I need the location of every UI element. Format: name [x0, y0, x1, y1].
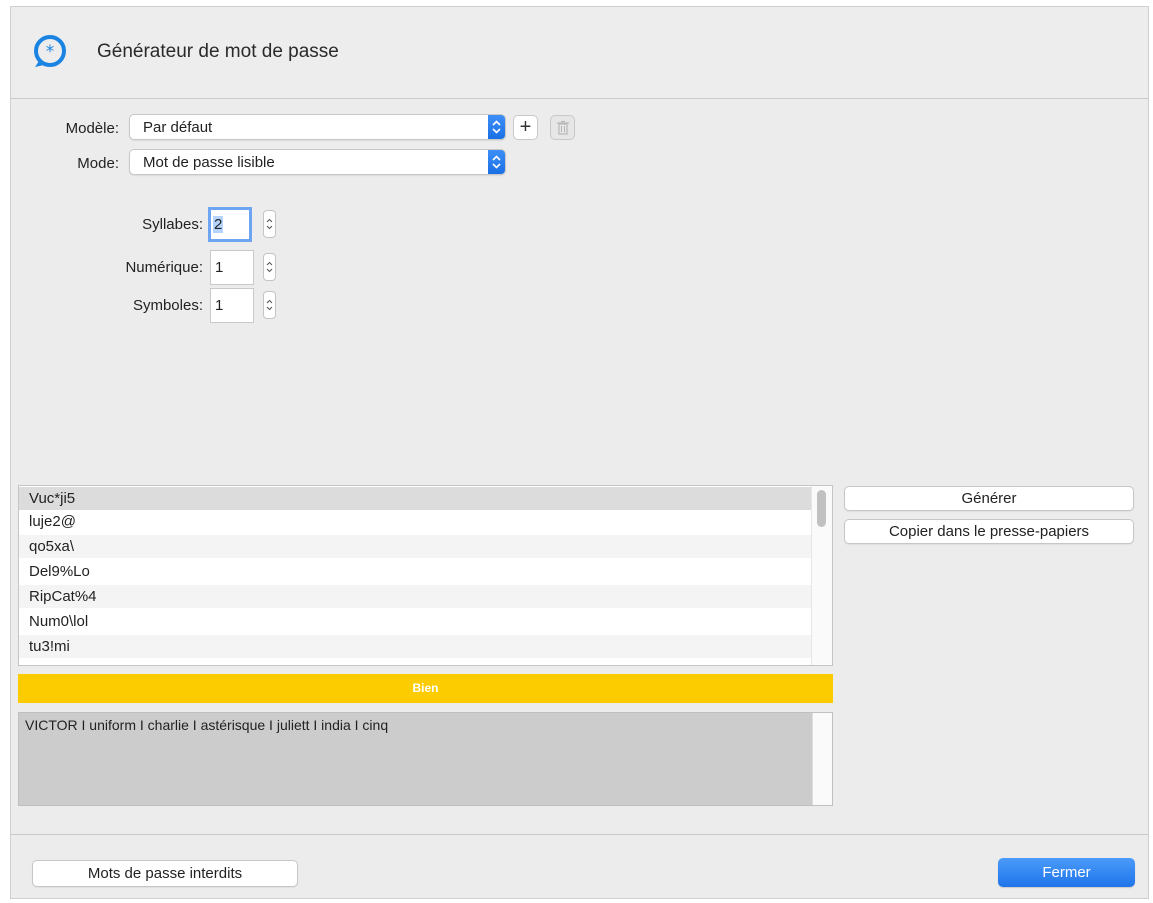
symbols-stepper[interactable]	[263, 291, 276, 319]
symbols-value: 1	[215, 297, 224, 314]
model-value: Par défaut	[143, 119, 213, 136]
numeric-field[interactable]: 1	[210, 250, 254, 285]
password-list[interactable]: Vuc*ji5 luje2@ qo5xa\ Del9%Lo RipCat%4 N…	[18, 485, 833, 666]
list-item[interactable]: qo5xa\	[19, 535, 812, 558]
window-header: * Générateur de mot de passe	[11, 7, 1148, 99]
add-model-button[interactable]: +	[513, 115, 538, 140]
stepper-arrows-icon	[266, 261, 273, 273]
list-item[interactable]: RipCat%4	[19, 585, 812, 608]
trash-icon	[556, 120, 569, 135]
plus-icon: +	[519, 116, 532, 138]
list-item[interactable]: Vuc*ji5	[19, 487, 812, 510]
syllables-value: 2	[213, 216, 224, 233]
generate-button[interactable]: Générer	[844, 486, 1134, 511]
numeric-label: Numérique:	[125, 259, 203, 276]
phonetic-textarea[interactable]: VICTOR I uniform I charlie I astérisque …	[18, 712, 833, 806]
stepper-arrows-icon	[266, 218, 273, 230]
strength-meter: Bien	[18, 674, 833, 703]
mode-value: Mot de passe lisible	[143, 154, 275, 171]
list-scrollbar[interactable]	[811, 486, 832, 665]
numeric-value: 1	[215, 259, 224, 276]
password-generator-icon: *	[34, 35, 66, 67]
window-title: Générateur de mot de passe	[97, 41, 339, 62]
delete-model-button[interactable]	[550, 115, 575, 140]
syllables-label: Syllabes:	[142, 216, 203, 233]
forbidden-passwords-button[interactable]: Mots de passe interdits	[32, 860, 298, 887]
list-item[interactable]: Del9%Lo	[19, 560, 812, 583]
password-generator-window: * Générateur de mot de passe Modèle: Par…	[10, 6, 1149, 899]
copy-to-clipboard-button[interactable]: Copier dans le presse-papiers	[844, 519, 1134, 544]
svg-text:*: *	[46, 42, 55, 62]
strength-label: Bien	[412, 681, 439, 695]
mode-label: Mode:	[77, 155, 119, 172]
list-item[interactable]: tu3!mi	[19, 635, 812, 658]
syllables-field[interactable]: 2	[208, 207, 252, 242]
mode-popup[interactable]: Mot de passe lisible	[129, 149, 506, 175]
list-item[interactable]: Num0\lol	[19, 610, 812, 633]
model-label: Modèle:	[65, 120, 119, 137]
numeric-stepper[interactable]	[263, 253, 276, 281]
list-item[interactable]: luje2@	[19, 510, 812, 533]
model-popup[interactable]: Par défaut	[129, 114, 506, 140]
syllables-stepper[interactable]	[263, 210, 276, 238]
stepper-arrows-icon	[266, 299, 273, 311]
popup-arrows-icon	[488, 150, 505, 174]
close-button[interactable]: Fermer	[998, 858, 1135, 887]
phonetic-scrollbar[interactable]	[812, 713, 832, 805]
symbols-field[interactable]: 1	[210, 288, 254, 323]
symbols-label: Symboles:	[132, 297, 203, 314]
popup-arrows-icon	[488, 115, 505, 139]
scrollbar-thumb[interactable]	[817, 490, 826, 527]
phonetic-text: VICTOR I uniform I charlie I astérisque …	[25, 717, 389, 733]
